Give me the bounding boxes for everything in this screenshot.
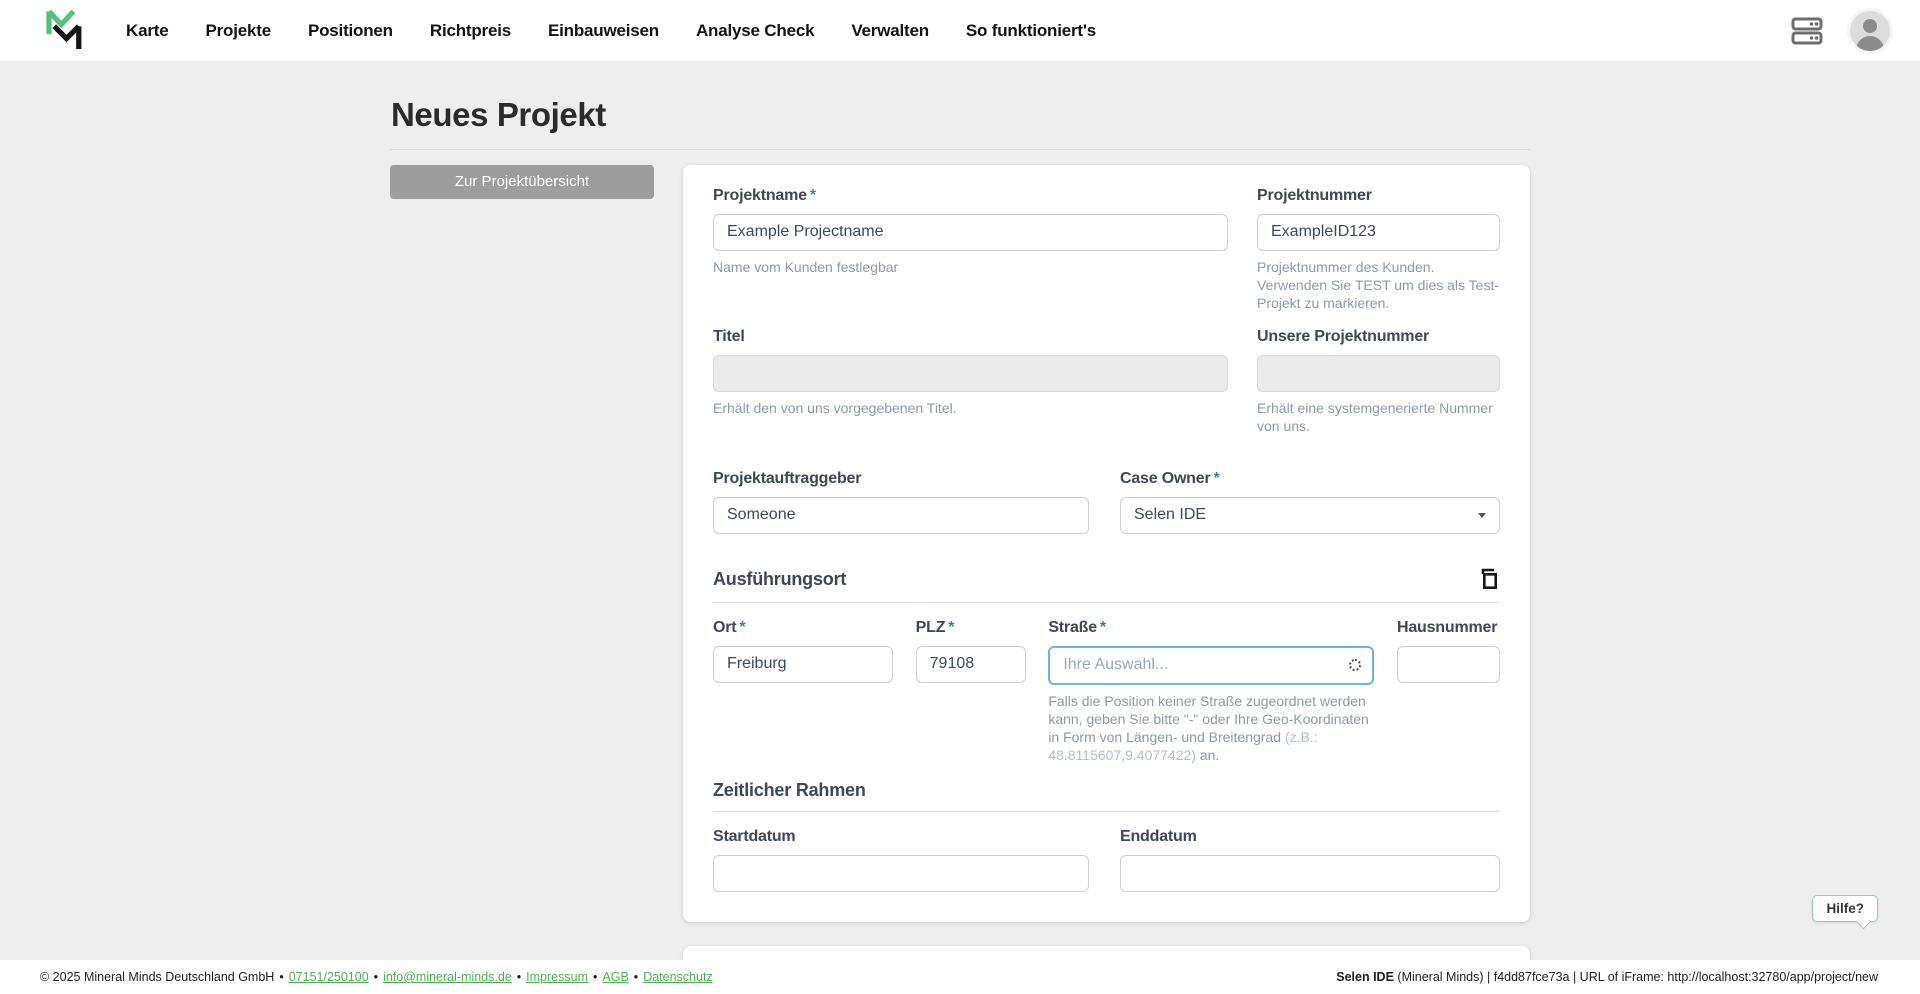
projektnummer-input[interactable] bbox=[1257, 214, 1500, 251]
page-title: Neues Projekt bbox=[391, 95, 1530, 135]
required-marker: * bbox=[1214, 470, 1220, 487]
nav-item-positionen[interactable]: Positionen bbox=[308, 21, 393, 41]
enddatum-input[interactable] bbox=[1120, 855, 1500, 892]
footer-link-agb[interactable]: AGB bbox=[602, 970, 628, 984]
required-marker: * bbox=[810, 187, 816, 204]
ausfuehrungsort-heading: Ausführungsort bbox=[713, 569, 846, 590]
projektname-input[interactable] bbox=[713, 214, 1228, 251]
main-content-area: Neues Projekt Zur Projektübersicht Proje… bbox=[0, 61, 1920, 960]
nav-item-karte[interactable]: Karte bbox=[126, 21, 168, 41]
footer-link-phone[interactable]: 07151/250100 bbox=[289, 970, 369, 984]
unsere-projektnummer-input bbox=[1257, 355, 1500, 392]
case-owner-label: Case Owner* bbox=[1120, 470, 1500, 488]
projektnummer-label: Projektnummer bbox=[1257, 187, 1500, 205]
plz-label: PLZ* bbox=[916, 619, 1026, 637]
enddatum-label: Enddatum bbox=[1120, 828, 1500, 846]
nav-item-so-funktionierts[interactable]: So funktioniert's bbox=[966, 21, 1096, 41]
required-marker: * bbox=[948, 619, 954, 636]
project-overview-button[interactable]: Zur Projektübersicht bbox=[390, 165, 654, 199]
projektnummer-hint: Projektnummer des Kunden. Verwenden Sie … bbox=[1257, 258, 1500, 313]
nav-item-einbauweisen[interactable]: Einbauweisen bbox=[548, 21, 659, 41]
zeitlicher-rahmen-heading: Zeitlicher Rahmen bbox=[713, 780, 866, 801]
nav-item-richtpreis[interactable]: Richtpreis bbox=[430, 21, 511, 41]
ort-field: Ort* bbox=[713, 619, 893, 765]
footer-separator: • bbox=[634, 970, 638, 984]
new-project-form-card: Projektname* Name vom Kunden festlegbar … bbox=[683, 165, 1530, 923]
help-button[interactable]: Hilfe? bbox=[1812, 895, 1878, 922]
server-status-icon[interactable] bbox=[1790, 15, 1824, 47]
top-navigation-bar: Karte Projekte Positionen Richtpreis Ein… bbox=[0, 0, 1920, 61]
titel-input bbox=[713, 355, 1228, 392]
titel-field: Titel Erhält den von uns vorgegebenen Ti… bbox=[713, 328, 1228, 435]
avatar-head bbox=[1863, 19, 1877, 33]
projektauftraggeber-input[interactable] bbox=[713, 497, 1089, 534]
startdatum-input[interactable] bbox=[713, 855, 1089, 892]
case-owner-selected-value: Selen IDE bbox=[1134, 506, 1206, 524]
footer-session-info: Selen IDE (Mineral Minds) | f4dd87fce73a… bbox=[1336, 970, 1878, 984]
hausnummer-field: Hausnummer bbox=[1397, 619, 1500, 765]
required-marker: * bbox=[1100, 619, 1106, 636]
titel-label: Titel bbox=[713, 328, 1228, 346]
loading-spinner-icon bbox=[1349, 659, 1361, 671]
projektname-label: Projektname* bbox=[713, 187, 1228, 205]
projektauftraggeber-label: Projektauftraggeber bbox=[713, 470, 1089, 488]
footer: © 2025 Mineral Minds Deutschland GmbH • … bbox=[0, 960, 1920, 994]
ort-label: Ort* bbox=[713, 619, 893, 637]
nav-item-verwalten[interactable]: Verwalten bbox=[851, 21, 929, 41]
footer-link-datenschutz[interactable]: Datenschutz bbox=[643, 970, 712, 984]
footer-separator: • bbox=[279, 970, 283, 984]
strasse-hint: Falls die Position keiner Straße zugeord… bbox=[1048, 692, 1374, 765]
unsere-projektnummer-label: Unsere Projektnummer bbox=[1257, 328, 1500, 346]
footer-copyright: © 2025 Mineral Minds Deutschland GmbH bbox=[40, 970, 274, 984]
projektnummer-field: Projektnummer Projektnummer des Kunden. … bbox=[1257, 187, 1500, 313]
projektauftraggeber-field: Projektauftraggeber bbox=[713, 470, 1089, 534]
titel-hint: Erhält den von uns vorgegebenen Titel. bbox=[713, 399, 1228, 417]
mineral-minds-logo[interactable] bbox=[42, 5, 84, 56]
footer-separator: • bbox=[593, 970, 597, 984]
required-marker: * bbox=[739, 619, 745, 636]
strasse-field: Straße* Falls die Position keiner Straße… bbox=[1048, 619, 1374, 765]
strasse-label: Straße* bbox=[1048, 619, 1374, 637]
user-avatar-icon[interactable] bbox=[1850, 11, 1890, 51]
strasse-input[interactable] bbox=[1048, 646, 1374, 685]
startdatum-label: Startdatum bbox=[713, 828, 1089, 846]
footer-link-impressum[interactable]: Impressum bbox=[526, 970, 588, 984]
ausfuehrungsort-section-header: Ausführungsort bbox=[713, 568, 1500, 603]
logo-icon bbox=[42, 5, 84, 56]
nav-item-projekte[interactable]: Projekte bbox=[205, 21, 271, 41]
ort-input[interactable] bbox=[713, 646, 893, 683]
nav-item-analyse-check[interactable]: Analyse Check bbox=[696, 21, 814, 41]
projektname-field: Projektname* Name vom Kunden festlegbar bbox=[713, 187, 1228, 313]
case-owner-field: Case Owner* Selen IDE bbox=[1120, 470, 1500, 534]
footer-separator: • bbox=[517, 970, 521, 984]
zeitlicher-rahmen-section-header: Zeitlicher Rahmen bbox=[713, 780, 1500, 812]
chevron-down-icon bbox=[1478, 513, 1486, 518]
footer-separator: • bbox=[374, 970, 378, 984]
copy-icon[interactable] bbox=[1478, 568, 1500, 592]
footer-session-details: (Mineral Minds) | f4dd87fce73a | URL of … bbox=[1394, 970, 1878, 984]
footer-user-name: Selen IDE bbox=[1336, 970, 1394, 984]
case-owner-select[interactable]: Selen IDE bbox=[1120, 497, 1500, 534]
hausnummer-label: Hausnummer bbox=[1397, 619, 1500, 637]
projektname-hint: Name vom Kunden festlegbar bbox=[713, 258, 1228, 276]
avatar-shoulders bbox=[1856, 36, 1884, 51]
footer-link-email[interactable]: info@mineral-minds.de bbox=[383, 970, 512, 984]
title-divider bbox=[390, 149, 1530, 150]
unsere-projektnummer-hint: Erhält eine systemgenerierte Nummer von … bbox=[1257, 399, 1500, 435]
hausnummer-input[interactable] bbox=[1397, 646, 1500, 683]
main-nav: Karte Projekte Positionen Richtpreis Ein… bbox=[126, 21, 1096, 41]
plz-field: PLZ* bbox=[916, 619, 1026, 765]
enddatum-field: Enddatum bbox=[1120, 828, 1500, 892]
plz-input[interactable] bbox=[916, 646, 1026, 683]
firmendaten-card: Firmendaten bbox=[683, 946, 1530, 960]
unsere-projektnummer-field: Unsere Projektnummer Erhält eine systemg… bbox=[1257, 328, 1500, 435]
startdatum-field: Startdatum bbox=[713, 828, 1089, 892]
